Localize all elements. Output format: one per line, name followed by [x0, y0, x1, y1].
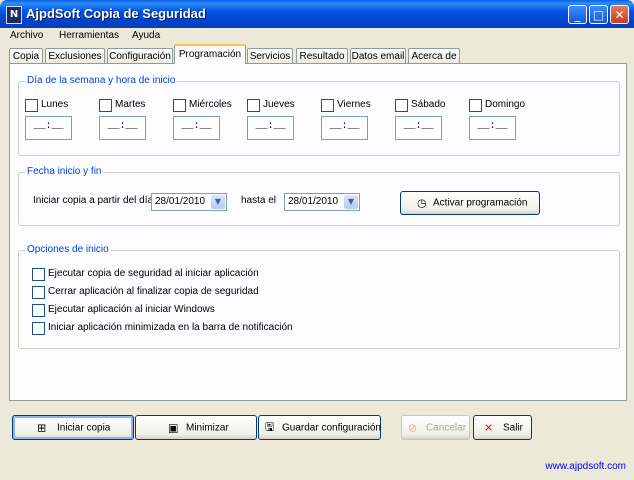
tab-copia[interactable]: Copia: [9, 48, 43, 63]
startup-options-legend: Opciones de inicio: [25, 244, 111, 255]
dates-group-legend: Fecha inicio y fin: [25, 166, 104, 177]
activate-schedule-label: Activar programación: [433, 197, 528, 209]
app-window: N AjpdSoft Copia de Seguridad _ □ ✕ Arch…: [0, 0, 634, 480]
floppy-disk-icon: 🖫: [265, 420, 275, 433]
cancel-button[interactable]: ⊘ Cancelar: [401, 415, 470, 440]
end-date-label: hasta el: [241, 195, 277, 206]
tab-acerca-de[interactable]: Acerca de: [408, 48, 460, 63]
title-bar[interactable]: N AjpdSoft Copia de Seguridad _ □ ✕: [0, 0, 634, 28]
start-backup-button[interactable]: ⊞ Iniciar copia: [12, 415, 134, 440]
day-label-miercoles: Miércoles: [189, 99, 232, 110]
menu-bar: Archivo Herramientas Ayuda: [0, 28, 634, 44]
minimize-window-button[interactable]: _: [568, 5, 587, 24]
option-label-start-minimized: Iniciar aplicación minimizada en la barr…: [48, 322, 293, 333]
tab-resultado[interactable]: Resultado: [296, 48, 348, 63]
day-label-sabado: Sábado: [411, 99, 446, 110]
option-checkbox-close-after-backup[interactable]: [32, 286, 45, 299]
minimize-app-icon: ▣: [168, 421, 179, 434]
tab-programacion[interactable]: Programación: [174, 44, 246, 64]
chevron-down-icon[interactable]: ▼: [344, 195, 358, 209]
tab-datos-email[interactable]: Datos email: [350, 48, 406, 63]
start-date-picker[interactable]: 28/01/2010 ▼: [151, 193, 227, 211]
menu-herramientas[interactable]: Herramientas: [59, 30, 119, 41]
minimize-button[interactable]: ▣ Minimizar: [135, 415, 257, 440]
menu-archivo[interactable]: Archivo: [10, 30, 43, 41]
close-icon: ✕: [484, 421, 494, 434]
day-checkbox-jueves[interactable]: [247, 99, 260, 112]
window-title: AjpdSoft Copia de Seguridad: [26, 6, 206, 21]
time-input-viernes[interactable]: __:__: [321, 116, 368, 140]
save-config-label: Guardar configuración: [282, 422, 381, 433]
option-checkbox-start-minimized[interactable]: [32, 322, 45, 335]
day-checkbox-viernes[interactable]: [321, 99, 334, 112]
option-checkbox-backup-on-start[interactable]: [32, 268, 45, 281]
maximize-window-button[interactable]: □: [589, 5, 608, 24]
day-label-lunes: Lunes: [41, 99, 69, 110]
tab-configuracion[interactable]: Configuración: [107, 48, 173, 63]
day-checkbox-lunes[interactable]: [25, 99, 38, 112]
dates-group: Fecha inicio y fin Iniciar copia a parti…: [18, 166, 620, 226]
day-label-viernes: Viernes: [337, 99, 371, 110]
day-checkbox-domingo[interactable]: [469, 99, 482, 112]
day-checkbox-miercoles[interactable]: [173, 99, 186, 112]
time-input-domingo[interactable]: __:__: [469, 116, 516, 140]
option-checkbox-run-on-windows-start[interactable]: [32, 304, 45, 317]
start-date-value: 28/01/2010: [155, 196, 206, 207]
option-label-close-after-backup: Cerrar aplicación al finalizar copia de …: [48, 286, 259, 297]
no-entry-icon: ⊘: [408, 421, 418, 434]
start-date-label: Iniciar copia a partir del día: [33, 195, 154, 206]
grid-icon: ⊞: [37, 421, 47, 434]
programacion-panel: Día de la semana y hora de inicio Lunes …: [9, 63, 627, 401]
website-link[interactable]: www.ajpdsoft.com: [545, 461, 626, 472]
day-label-jueves: Jueves: [263, 99, 295, 110]
end-date-picker[interactable]: 28/01/2010 ▼: [284, 193, 360, 211]
chevron-down-icon[interactable]: ▼: [211, 195, 225, 209]
option-label-backup-on-start: Ejecutar copia de seguridad al iniciar a…: [48, 268, 259, 279]
tab-exclusiones[interactable]: Exclusiones: [45, 48, 105, 63]
schedule-group: Día de la semana y hora de inicio Lunes …: [18, 75, 620, 156]
time-input-miercoles[interactable]: __:__: [173, 116, 220, 140]
activate-schedule-button[interactable]: ◷ Activar programación: [400, 191, 540, 215]
schedule-group-legend: Día de la semana y hora de inicio: [25, 75, 178, 86]
cancel-label: Cancelar: [426, 422, 467, 433]
minimize-label: Minimizar: [186, 422, 229, 433]
time-input-sabado[interactable]: __:__: [395, 116, 442, 140]
close-window-button[interactable]: ✕: [610, 5, 629, 24]
time-input-jueves[interactable]: __:__: [247, 116, 294, 140]
startup-options-group: Opciones de inicio Ejecutar copia de seg…: [18, 244, 620, 349]
exit-button[interactable]: ✕ Salir: [473, 415, 532, 440]
tab-servicios[interactable]: Servicios: [247, 48, 293, 63]
day-checkbox-martes[interactable]: [99, 99, 112, 112]
end-date-value: 28/01/2010: [288, 196, 339, 207]
menu-ayuda[interactable]: Ayuda: [132, 30, 160, 41]
option-label-run-on-windows-start: Ejecutar aplicación al iniciar Windows: [48, 304, 215, 315]
save-config-button[interactable]: 🖫 Guardar configuración: [258, 415, 381, 440]
start-backup-label: Iniciar copia: [57, 422, 111, 433]
day-label-domingo: Domingo: [485, 99, 526, 110]
clock-icon: ◷: [417, 196, 427, 210]
exit-label: Salir: [503, 422, 524, 433]
time-input-martes[interactable]: __:__: [99, 116, 146, 140]
day-label-martes: Martes: [115, 99, 146, 110]
time-input-lunes[interactable]: __:__: [25, 116, 72, 140]
day-checkbox-sabado[interactable]: [395, 99, 408, 112]
app-icon[interactable]: N: [6, 6, 22, 24]
